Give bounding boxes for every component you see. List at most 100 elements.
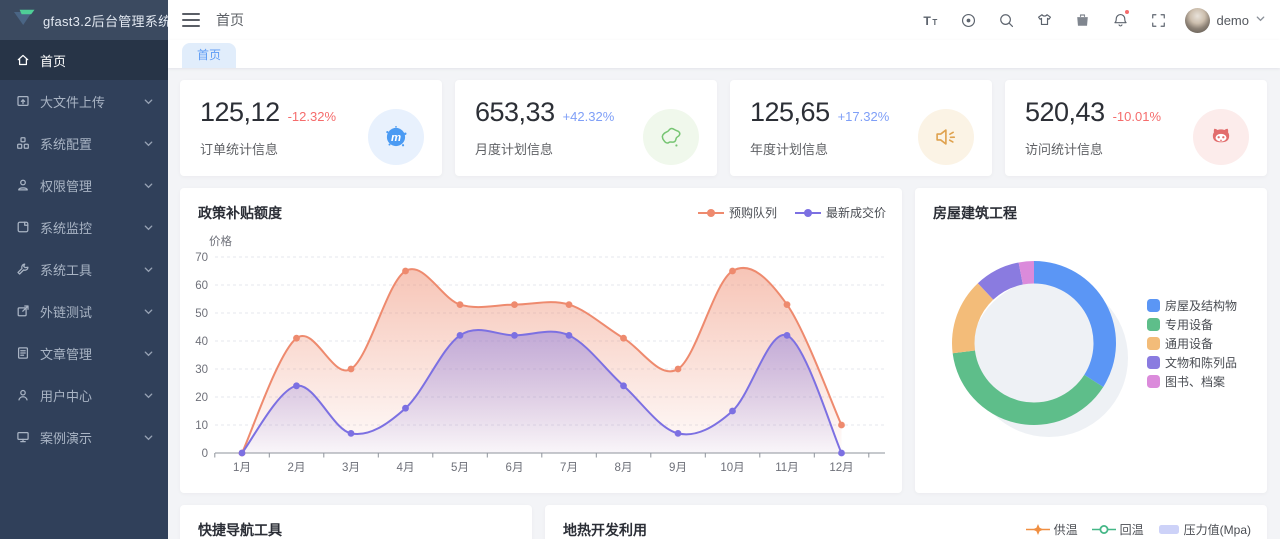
legend-label: 图书、档案 bbox=[1165, 375, 1226, 389]
hamburger-menu-icon[interactable] bbox=[182, 13, 200, 27]
breadcrumb[interactable]: 首页 bbox=[216, 10, 244, 30]
sidebar-item-label: 用户中心 bbox=[40, 388, 93, 404]
speaker-icon bbox=[918, 108, 974, 165]
notification-badge bbox=[1124, 9, 1131, 15]
svg-text:8月: 8月 bbox=[615, 462, 633, 474]
svg-text:价格: 价格 bbox=[209, 234, 232, 248]
article-icon bbox=[16, 346, 30, 360]
stat-card-row: 125,12 -12.32% 订单统计信息 m 653,33 +42.32% 月… bbox=[180, 80, 1268, 176]
legend-label: 房屋及结构物 bbox=[1165, 299, 1238, 313]
trash-icon[interactable] bbox=[1069, 7, 1095, 33]
svg-text:T: T bbox=[932, 17, 937, 26]
legend-item[interactable]: 专用设备 bbox=[1147, 315, 1237, 334]
theme-icon[interactable] bbox=[1031, 7, 1057, 33]
chevron-down-icon bbox=[143, 348, 154, 359]
sidebar-item-label: 外链测试 bbox=[40, 304, 93, 320]
svg-text:40: 40 bbox=[195, 336, 208, 348]
tab-home[interactable]: 首页 bbox=[182, 43, 237, 68]
sidebar-item-5[interactable]: 系统工具 bbox=[0, 248, 168, 290]
stat-label: 月度计划信息 bbox=[475, 142, 554, 157]
logo-row[interactable]: gfast3.2后台管理系统 bbox=[0, 0, 171, 40]
topbar: 首页 T T demo bbox=[168, 0, 1280, 40]
stat-label: 订单统计信息 bbox=[200, 142, 279, 157]
stat-label: 年度计划信息 bbox=[750, 142, 829, 157]
svg-text:20: 20 bbox=[195, 392, 208, 404]
content: 125,12 -12.32% 订单统计信息 m 653,33 +42.32% 月… bbox=[168, 68, 1280, 539]
legend-label: 文物和陈列品 bbox=[1165, 356, 1238, 370]
legend-swatch bbox=[1147, 337, 1160, 350]
svg-text:6月: 6月 bbox=[506, 462, 524, 474]
geothermal-legend: 供温 回温 压力值(Mpa) bbox=[1025, 505, 1267, 538]
quick-nav-card: 快捷导航工具 bbox=[180, 505, 532, 539]
user-center-icon bbox=[16, 388, 30, 402]
geothermal-card: 地热开发利用 供温 回温 压力值(Mpa) bbox=[545, 505, 1267, 539]
svg-text:5月: 5月 bbox=[451, 462, 469, 474]
sidebar-item-1[interactable]: 大文件上传 bbox=[0, 80, 168, 122]
sidebar-item-6[interactable]: 外链测试 bbox=[0, 290, 168, 332]
avatar bbox=[1185, 7, 1211, 33]
legend-swatch bbox=[1147, 318, 1160, 331]
sidebar-menu: 首页大文件上传 系统配置权限管理系统监控 系统工具外链测试文章管理用户中心案例演示 bbox=[0, 40, 168, 539]
policy-subsidy-chart-card: 政策补贴额度 预购队列 最新成交价 价格 0 10 20 30 40 50 60… bbox=[180, 188, 902, 493]
record-icon[interactable] bbox=[955, 7, 981, 33]
chevron-down-icon bbox=[143, 390, 154, 401]
upload-icon bbox=[16, 94, 30, 108]
svg-text:50: 50 bbox=[195, 308, 208, 320]
octocat-icon bbox=[1193, 108, 1249, 165]
chevron-down-icon bbox=[143, 222, 154, 233]
area-line-chart[interactable]: 价格 0 10 20 30 40 50 60 70 1月 2月 3月 4月 5月 6月 7月 8月 9月 10月 11… bbox=[180, 214, 902, 486]
config-icon bbox=[16, 136, 30, 150]
font-size-icon[interactable]: TT bbox=[917, 7, 943, 33]
legend-item[interactable]: 回温 bbox=[1091, 521, 1144, 538]
stat-card-3[interactable]: 520,43 -10.01% 访问统计信息 bbox=[1005, 80, 1267, 176]
sidebar-item-home[interactable]: 首页 bbox=[0, 40, 168, 80]
chevron-down-icon bbox=[143, 432, 154, 443]
legend-item[interactable]: 图书、档案 bbox=[1147, 372, 1237, 391]
home-icon bbox=[16, 53, 30, 67]
legend-item[interactable]: 通用设备 bbox=[1147, 334, 1237, 353]
geothermal-title: 地热开发利用 bbox=[563, 522, 647, 538]
legend-item[interactable]: 供温 bbox=[1025, 521, 1078, 538]
legend-item[interactable]: 压力值(Mpa) bbox=[1158, 521, 1251, 538]
stat-card-2[interactable]: 125,65 +17.32% 年度计划信息 bbox=[730, 80, 992, 176]
link-icon bbox=[16, 304, 30, 318]
stat-value: 125,12 bbox=[200, 97, 280, 127]
china-map-icon bbox=[643, 108, 699, 165]
legend-label: 回温 bbox=[1119, 523, 1144, 537]
svg-text:3月: 3月 bbox=[342, 462, 360, 474]
bell-icon[interactable] bbox=[1107, 7, 1133, 33]
fullscreen-icon[interactable] bbox=[1145, 7, 1171, 33]
bottom-row: 快捷导航工具 地热开发利用 供温 回温 压力值(Mpa) bbox=[180, 505, 1268, 539]
legend-item[interactable]: 文物和陈列品 bbox=[1147, 353, 1237, 372]
app-logo-icon bbox=[12, 8, 36, 33]
sidebar-item-2[interactable]: 系统配置 bbox=[0, 122, 168, 164]
stat-card-0[interactable]: 125,12 -12.32% 订单统计信息 m bbox=[180, 80, 442, 176]
user-menu[interactable]: demo bbox=[1185, 7, 1266, 33]
tabbar: 首页 bbox=[168, 40, 1280, 68]
stat-card-1[interactable]: 653,33 +42.32% 月度计划信息 bbox=[455, 80, 717, 176]
donut-chart-legend: 房屋及结构物 专用设备通用设备文物和陈列品 图书、档案 bbox=[1147, 296, 1237, 391]
sidebar-item-7[interactable]: 文章管理 bbox=[0, 332, 168, 374]
sidebar-item-8[interactable]: 用户中心 bbox=[0, 374, 168, 416]
legend-label: 压力值(Mpa) bbox=[1183, 523, 1251, 537]
svg-text:7月: 7月 bbox=[560, 462, 578, 474]
legend-item[interactable]: 房屋及结构物 bbox=[1147, 296, 1237, 315]
building-project-chart-card: 房屋建筑工程 房屋及结构物 专用设备 通用设备 文物和陈列品 图书、档案 bbox=[915, 188, 1267, 493]
stat-delta: +17.32% bbox=[837, 109, 890, 124]
sidebar-item-label: 首页 bbox=[40, 53, 67, 69]
svg-text:0: 0 bbox=[202, 448, 208, 460]
sidebar-item-4[interactable]: 系统监控 bbox=[0, 206, 168, 248]
stat-value: 653,33 bbox=[475, 97, 555, 127]
chevron-down-icon bbox=[143, 180, 154, 191]
search-icon[interactable] bbox=[993, 7, 1019, 33]
app-layout: gfast3.2后台管理系统 首页 大文件上传 系统配置 权限管理 系统监控 系统工具 外链… bbox=[0, 0, 1280, 539]
stat-label: 访问统计信息 bbox=[1025, 142, 1104, 157]
stat-delta: -10.01% bbox=[1112, 109, 1162, 124]
sidebar-item-9[interactable]: 案例演示 bbox=[0, 416, 168, 458]
legend-label: 供温 bbox=[1053, 523, 1078, 537]
sidebar-item-label: 权限管理 bbox=[40, 178, 93, 194]
svg-text:1月: 1月 bbox=[233, 462, 251, 474]
legend-label: 专用设备 bbox=[1165, 318, 1214, 332]
legend-swatch bbox=[1147, 356, 1160, 369]
sidebar-item-3[interactable]: 权限管理 bbox=[0, 164, 168, 206]
